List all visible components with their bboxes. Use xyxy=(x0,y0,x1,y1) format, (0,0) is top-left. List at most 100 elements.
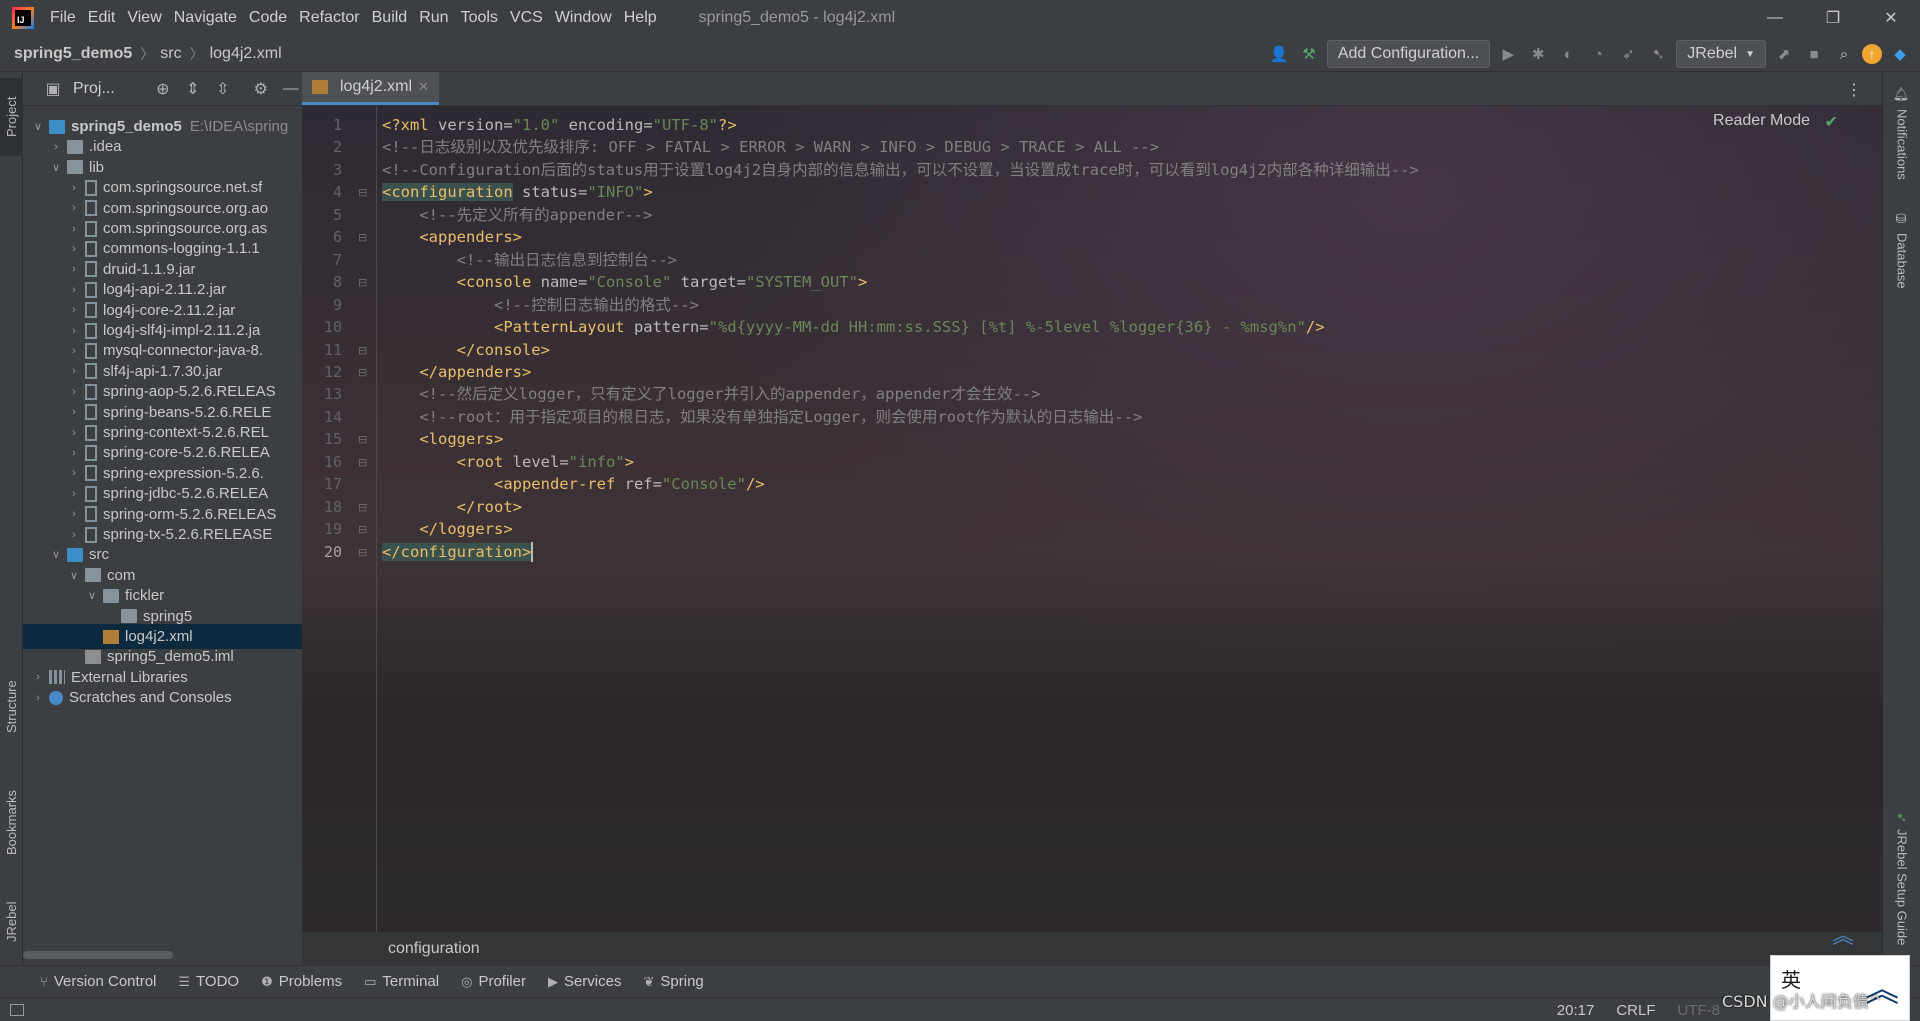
menu-edit[interactable]: Edit xyxy=(82,9,122,27)
caret-position[interactable]: 20:17 xyxy=(1557,1002,1595,1019)
locate-icon[interactable]: ⊕ xyxy=(153,79,173,99)
bottom-tool-problems[interactable]: ❶ Problems xyxy=(261,973,342,990)
gear-icon[interactable]: ⚙ xyxy=(251,79,271,99)
bookmarks-tool-tab[interactable]: Bookmarks xyxy=(0,772,23,872)
chevron-right-icon[interactable]: › xyxy=(67,365,81,377)
chevron-right-icon[interactable]: › xyxy=(67,202,81,214)
fold-marker-icon[interactable]: ⊟ xyxy=(358,366,370,379)
menu-view[interactable]: View xyxy=(121,9,167,27)
more-options-icon[interactable]: ⋮ xyxy=(1846,80,1862,100)
jrebel-debug-icon[interactable]: ➷ xyxy=(1646,42,1670,66)
hide-panel-icon[interactable]: — xyxy=(281,80,301,98)
tab-log4j2-xml[interactable]: log4j2.xml ✕ xyxy=(302,72,439,105)
fold-marker-icon[interactable]: ⊟ xyxy=(358,456,370,469)
chevron-right-icon[interactable]: › xyxy=(67,386,81,398)
tree-item[interactable]: › Scratches and Consoles xyxy=(23,685,302,710)
line-separator[interactable]: CRLF xyxy=(1616,1002,1655,1019)
menu-run[interactable]: Run xyxy=(413,9,454,27)
chevron-right-icon[interactable]: › xyxy=(67,529,81,541)
menu-refactor[interactable]: Refactor xyxy=(293,9,365,27)
minimize-button[interactable]: — xyxy=(1746,0,1804,36)
editor-breadcrumb-configuration[interactable]: configuration xyxy=(388,940,480,958)
add-configuration-button[interactable]: Add Configuration... xyxy=(1326,40,1491,68)
user-icon[interactable]: 👤 xyxy=(1267,42,1291,66)
reader-mode-toggle[interactable]: Reader Mode xyxy=(1713,112,1810,130)
chevron-down-icon[interactable]: ∨ xyxy=(85,589,99,602)
stop-icon[interactable]: ■ xyxy=(1802,42,1826,66)
structure-tool-tab[interactable]: Structure xyxy=(0,667,23,747)
fold-marker-icon[interactable]: ⊟ xyxy=(358,231,370,244)
bottom-tool-spring[interactable]: ❦ Spring xyxy=(643,973,703,990)
database-tool-tab[interactable]: ⛁ Database xyxy=(1891,212,1913,322)
menu-vcs[interactable]: VCS xyxy=(504,9,549,27)
bottom-tool-profiler[interactable]: ◎ Profiler xyxy=(461,973,526,990)
notifications-tool-tab[interactable]: 🔔︎ Notifications xyxy=(1891,86,1913,206)
menu-window[interactable]: Window xyxy=(549,9,618,27)
jrebel-build-icon[interactable]: ⬈ xyxy=(1772,42,1796,66)
collapse-all-icon[interactable]: ⇳ xyxy=(213,79,233,99)
chevron-right-icon[interactable]: › xyxy=(67,243,81,255)
profile-icon[interactable]: ◔ xyxy=(1586,42,1610,66)
breadcrumb-project[interactable]: spring5_demo5 xyxy=(0,45,132,63)
project-tool-tab[interactable]: Project xyxy=(0,78,23,156)
jrebel-setup-guide-tab[interactable]: ➶ JRebel Setup Guide xyxy=(1891,812,1913,962)
toolbox-icon[interactable]: ◆ xyxy=(1888,42,1912,66)
restore-button[interactable]: ❐ xyxy=(1804,0,1862,36)
code-line[interactable]: </configuration> xyxy=(382,539,534,566)
scroll-to-top-icon[interactable]: ︽ xyxy=(1832,918,1854,950)
chevron-right-icon[interactable]: › xyxy=(67,263,81,275)
build-hammer-icon[interactable]: ⚒ xyxy=(1297,42,1321,66)
bottom-tool-terminal[interactable]: ▭ Terminal xyxy=(364,973,439,990)
expand-all-icon[interactable]: ⇕ xyxy=(183,79,203,99)
jrebel-tool-tab[interactable]: JRebel xyxy=(0,887,23,957)
search-icon[interactable]: ⌕ xyxy=(1832,42,1856,66)
coverage-icon[interactable]: ◐ xyxy=(1556,42,1580,66)
breadcrumb-file[interactable]: log4j2.xml xyxy=(204,45,282,63)
project-panel-title[interactable]: Proj... xyxy=(73,80,115,98)
breadcrumb-src[interactable]: src xyxy=(154,45,181,63)
chevron-right-icon[interactable]: › xyxy=(67,488,81,500)
bottom-tool-version-control[interactable]: ⑂ Version Control xyxy=(40,973,156,990)
chevron-right-icon[interactable]: › xyxy=(67,508,81,520)
bottom-tool-todo[interactable]: ☰ TODO xyxy=(178,973,239,990)
menu-file[interactable]: File xyxy=(44,9,82,27)
jrebel-dropdown[interactable]: JRebel ▼ xyxy=(1676,40,1766,68)
menu-build[interactable]: Build xyxy=(366,9,414,27)
debug-icon[interactable]: ✱ xyxy=(1526,42,1550,66)
code-content[interactable]: <?xml version="1.0" encoding="UTF-8"?> <!… xyxy=(382,106,1882,932)
menu-navigate[interactable]: Navigate xyxy=(168,9,243,27)
chevron-down-icon[interactable]: ∨ xyxy=(49,548,63,561)
chevron-right-icon[interactable]: › xyxy=(67,304,81,316)
menu-tools[interactable]: Tools xyxy=(455,9,504,27)
chevron-right-icon[interactable]: › xyxy=(49,141,63,153)
run-icon[interactable]: ▶ xyxy=(1496,42,1520,66)
chevron-right-icon[interactable]: › xyxy=(31,671,45,683)
chevron-right-icon[interactable]: › xyxy=(67,345,81,357)
jrebel-run-icon[interactable]: ➶ xyxy=(1616,42,1640,66)
chevron-right-icon[interactable]: › xyxy=(67,182,81,194)
close-window-button[interactable]: ✕ xyxy=(1862,0,1920,36)
file-encoding[interactable]: UTF-8 xyxy=(1678,1002,1721,1019)
fold-marker-icon[interactable]: ⊟ xyxy=(358,501,370,514)
chevron-right-icon[interactable]: › xyxy=(67,427,81,439)
chevron-down-icon[interactable]: ∨ xyxy=(67,569,81,582)
chevron-down-icon[interactable]: ∨ xyxy=(31,120,45,133)
fold-marker-icon[interactable]: ⊟ xyxy=(358,276,370,289)
fold-marker-icon[interactable]: ⊟ xyxy=(358,546,370,559)
tool-windows-toggle-icon[interactable] xyxy=(10,1003,24,1016)
intellij-logo-icon[interactable]: IJ xyxy=(12,7,34,29)
inspection-ok-icon[interactable]: ✔ xyxy=(1825,112,1838,132)
chevron-right-icon[interactable]: › xyxy=(67,223,81,235)
fold-marker-icon[interactable]: ⊟ xyxy=(358,433,370,446)
bottom-tool-services[interactable]: ▶ Services xyxy=(548,973,622,990)
menu-code[interactable]: Code xyxy=(243,9,293,27)
chevron-right-icon[interactable]: › xyxy=(67,447,81,459)
fold-marker-icon[interactable]: ⊟ xyxy=(358,523,370,536)
chevron-right-icon[interactable]: › xyxy=(31,692,45,704)
chevron-down-icon[interactable]: ∨ xyxy=(49,161,63,174)
horizontal-scrollbar[interactable] xyxy=(23,951,173,959)
fold-marker-icon[interactable]: ⊟ xyxy=(358,186,370,199)
chevron-right-icon[interactable]: › xyxy=(67,467,81,479)
close-tab-icon[interactable]: ✕ xyxy=(418,79,429,95)
chevron-right-icon[interactable]: › xyxy=(67,284,81,296)
